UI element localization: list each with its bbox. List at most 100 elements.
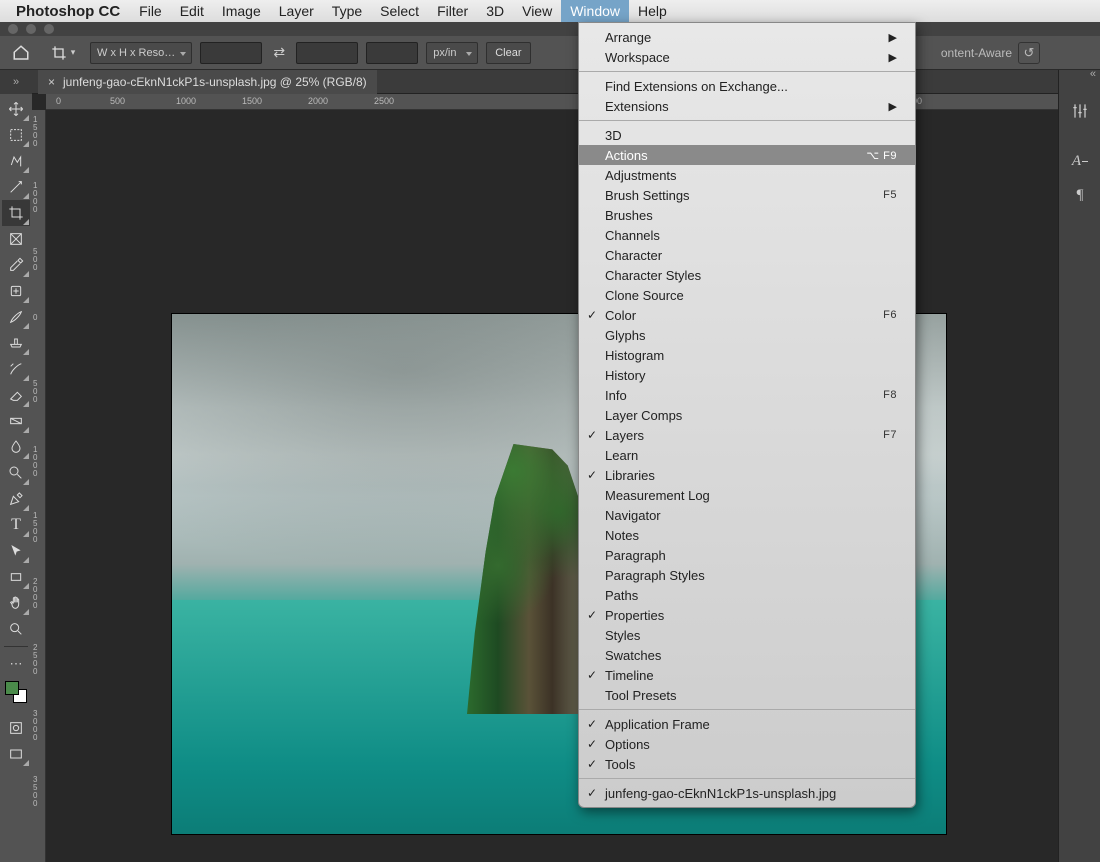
ruler-vertical[interactable]: 1500 1000 500 0 500 1000 1500 2000 2500 … <box>32 110 46 862</box>
menu-item[interactable]: Tool Presets <box>579 685 915 705</box>
menu-file[interactable]: File <box>130 0 171 22</box>
minimize-dot[interactable] <box>26 24 36 34</box>
quick-mask-icon[interactable] <box>2 715 30 741</box>
move-tool[interactable] <box>2 96 30 122</box>
eraser-tool[interactable] <box>2 382 30 408</box>
menu-layer[interactable]: Layer <box>270 0 323 22</box>
menu-view[interactable]: View <box>513 0 561 22</box>
menu-item[interactable]: History <box>579 365 915 385</box>
menu-window[interactable]: Window <box>561 0 629 22</box>
menu-item[interactable]: ✓LayersF7 <box>579 425 915 445</box>
menu-item[interactable]: Find Extensions on Exchange... <box>579 76 915 96</box>
menu-item[interactable]: Character Styles <box>579 265 915 285</box>
frame-tool[interactable] <box>2 226 30 252</box>
menu-item[interactable]: Actions⌥ F9 <box>579 145 915 165</box>
screen-mode-icon[interactable] <box>2 741 30 767</box>
resolution-input[interactable] <box>366 42 418 64</box>
menu-item[interactable]: Notes <box>579 525 915 545</box>
crop-tool-indicator[interactable]: ▾ <box>44 40 82 66</box>
brush-tool[interactable] <box>2 304 30 330</box>
menu-item-label: Find Extensions on Exchange... <box>605 79 788 94</box>
menu-item-label: Tool Presets <box>605 688 677 703</box>
menu-help[interactable]: Help <box>629 0 676 22</box>
menu-item[interactable]: Paragraph <box>579 545 915 565</box>
crop-tool[interactable] <box>2 200 30 226</box>
height-input[interactable] <box>296 42 358 64</box>
zoom-dot[interactable] <box>44 24 54 34</box>
menu-select[interactable]: Select <box>371 0 428 22</box>
gradient-tool[interactable] <box>2 408 30 434</box>
menu-edit[interactable]: Edit <box>171 0 213 22</box>
menu-item[interactable]: Character <box>579 245 915 265</box>
menu-item[interactable]: ✓ColorF6 <box>579 305 915 325</box>
toolbar-collapse-chevron[interactable]: » <box>0 70 32 94</box>
menu-item[interactable]: ✓Timeline <box>579 665 915 685</box>
menu-3d[interactable]: 3D <box>477 0 513 22</box>
menu-item[interactable]: Workspace▶ <box>579 47 915 67</box>
menu-item[interactable]: ✓Application Frame <box>579 714 915 734</box>
menu-item[interactable]: ✓Properties <box>579 605 915 625</box>
close-dot[interactable] <box>8 24 18 34</box>
ratio-dropdown[interactable]: W x H x Reso… <box>90 42 192 64</box>
menu-item[interactable]: Adjustments <box>579 165 915 185</box>
magic-wand-tool[interactable] <box>2 174 30 200</box>
healing-brush-tool[interactable] <box>2 278 30 304</box>
menu-item[interactable]: Glyphs <box>579 325 915 345</box>
menu-item[interactable]: ✓Libraries <box>579 465 915 485</box>
path-selection-tool[interactable] <box>2 538 30 564</box>
menu-item[interactable]: Swatches <box>579 645 915 665</box>
menu-image[interactable]: Image <box>213 0 270 22</box>
panel-icon-character[interactable]: A <box>1059 144 1100 178</box>
menu-item[interactable]: 3D <box>579 125 915 145</box>
document-tab[interactable]: × junfeng-gao-cEknN1ckP1s-unsplash.jpg @… <box>38 70 377 94</box>
menu-item[interactable]: Paragraph Styles <box>579 565 915 585</box>
unit-dropdown[interactable]: px/in <box>426 42 478 64</box>
clone-stamp-tool[interactable] <box>2 330 30 356</box>
document-tabs: × junfeng-gao-cEknN1ckP1s-unsplash.jpg @… <box>0 70 1100 94</box>
menu-item[interactable]: ✓Options <box>579 734 915 754</box>
menu-item[interactable]: ✓junfeng-gao-cEknN1ckP1s-unsplash.jpg <box>579 783 915 803</box>
clear-button[interactable]: Clear <box>486 42 530 64</box>
zoom-tool[interactable] <box>2 616 30 642</box>
menu-item[interactable]: Paths <box>579 585 915 605</box>
ruler-tick: 500 <box>33 380 37 404</box>
lasso-tool[interactable] <box>2 148 30 174</box>
marquee-tool[interactable] <box>2 122 30 148</box>
rectangle-tool[interactable] <box>2 564 30 590</box>
menu-item[interactable]: Styles <box>579 625 915 645</box>
check-icon: ✓ <box>587 468 597 482</box>
menu-item[interactable]: ✓Tools <box>579 754 915 774</box>
menu-filter[interactable]: Filter <box>428 0 477 22</box>
menu-item[interactable]: Extensions▶ <box>579 96 915 116</box>
history-brush-tool[interactable] <box>2 356 30 382</box>
menu-item[interactable]: Clone Source <box>579 285 915 305</box>
blur-tool[interactable] <box>2 434 30 460</box>
menu-item[interactable]: Brush SettingsF5 <box>579 185 915 205</box>
hand-tool[interactable] <box>2 590 30 616</box>
color-swatch[interactable] <box>5 681 27 703</box>
menu-item[interactable]: Measurement Log <box>579 485 915 505</box>
menu-item[interactable]: Brushes <box>579 205 915 225</box>
dodge-tool[interactable] <box>2 460 30 486</box>
menu-type[interactable]: Type <box>323 0 371 22</box>
menu-item-label: Learn <box>605 448 638 463</box>
close-tab-icon[interactable]: × <box>48 70 55 94</box>
width-input[interactable] <box>200 42 262 64</box>
menu-item[interactable]: Learn <box>579 445 915 465</box>
menu-item[interactable]: Histogram <box>579 345 915 365</box>
menu-item[interactable]: InfoF8 <box>579 385 915 405</box>
panel-expand-chevron[interactable]: « <box>1090 68 1096 80</box>
eyedropper-tool[interactable] <box>2 252 30 278</box>
swap-icon[interactable]: ⇄ <box>270 44 288 62</box>
menu-item[interactable]: Navigator <box>579 505 915 525</box>
type-tool[interactable]: T <box>2 512 30 538</box>
home-icon[interactable] <box>6 40 36 66</box>
edit-toolbar-icon[interactable]: ⋯ <box>2 651 30 677</box>
menu-item[interactable]: Arrange▶ <box>579 27 915 47</box>
panel-icon-adjustments[interactable] <box>1059 94 1100 128</box>
menu-item[interactable]: Layer Comps <box>579 405 915 425</box>
reset-icon[interactable]: ↺ <box>1018 42 1040 64</box>
pen-tool[interactable] <box>2 486 30 512</box>
menu-item[interactable]: Channels <box>579 225 915 245</box>
panel-icon-paragraph[interactable]: ¶ <box>1059 178 1100 212</box>
